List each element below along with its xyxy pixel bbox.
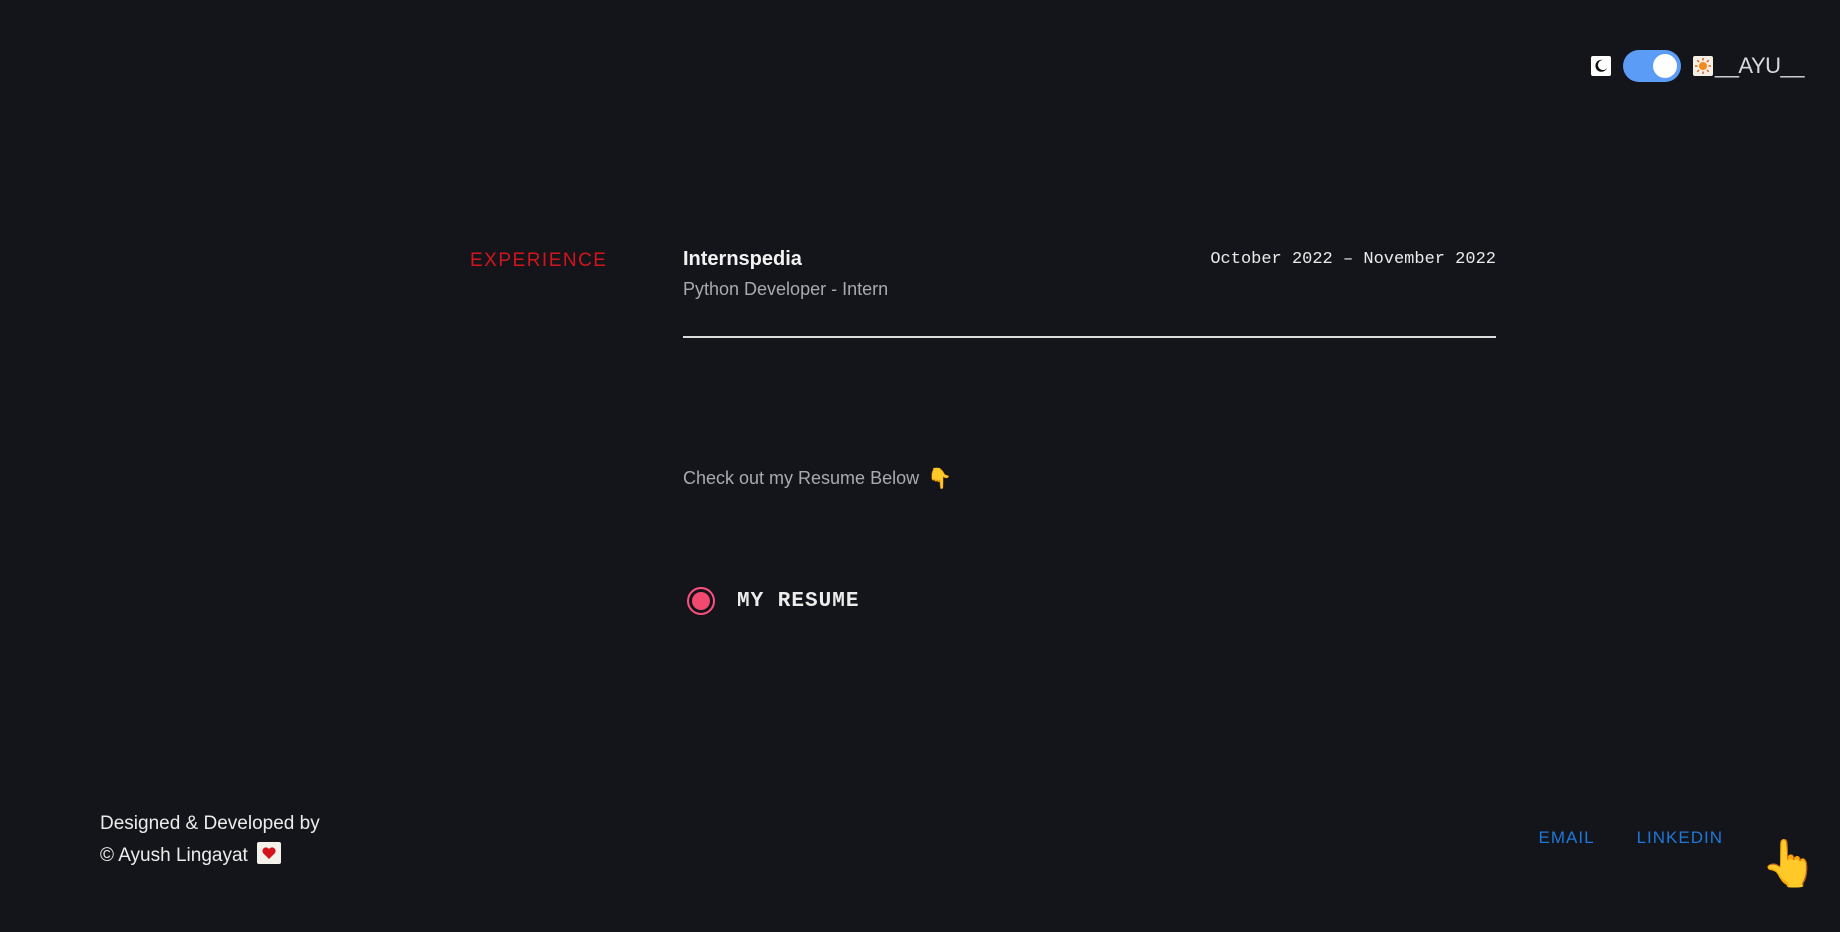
footer-links: EMAIL LINKEDIN <box>1539 828 1723 848</box>
credit-line-1: Designed & Developed by <box>100 813 320 834</box>
my-resume-link[interactable]: MY RESUME <box>687 587 859 615</box>
experience-heading: EXPERIENCE <box>470 250 608 271</box>
sun-icon <box>1692 56 1713 76</box>
toggle-knob <box>1652 54 1677 78</box>
page: __AYU__ EXPERIENCE Internspedia Python D… <box>0 0 1840 932</box>
job-divider <box>683 336 1496 338</box>
credit-line-2: © Ayush Lingayat <box>100 845 248 866</box>
resume-note: Check out my Resume Below 👇 <box>683 468 952 489</box>
heart-icon <box>257 842 282 864</box>
point-down-icon: 👇 <box>927 467 952 490</box>
linkedin-link[interactable]: LINKEDIN <box>1637 828 1723 848</box>
job-role: Python Developer - Intern <box>683 279 889 299</box>
footer-credit: Designed & Developed by © Ayush Lingayat <box>100 808 320 872</box>
brand-name[interactable]: __AYU__ <box>1715 53 1805 79</box>
pointer-hand-icon: 👆 <box>1760 837 1818 889</box>
job-dates: October 2022 – November 2022 <box>1210 250 1496 269</box>
theme-toggle[interactable] <box>1622 50 1681 82</box>
resume-note-text: Check out my Resume Below <box>683 468 920 488</box>
moon-icon <box>1590 56 1611 76</box>
my-resume-label: MY RESUME <box>737 589 860 613</box>
experience-item: Internspedia Python Developer - Intern O… <box>683 248 1496 338</box>
email-link[interactable]: EMAIL <box>1539 828 1595 848</box>
theme-bar: __AYU__ <box>1590 50 1805 82</box>
radio-icon <box>687 587 715 615</box>
credit-line-2-wrap: © Ayush Lingayat <box>100 840 320 872</box>
